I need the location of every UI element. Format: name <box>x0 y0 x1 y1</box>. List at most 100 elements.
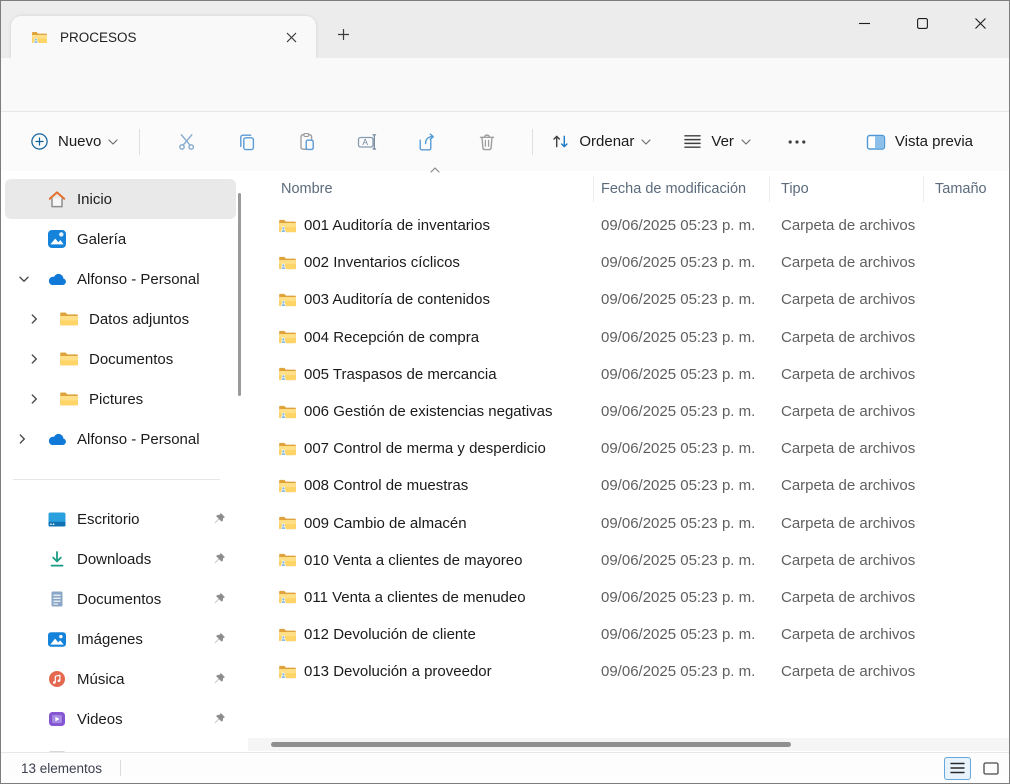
table-row[interactable]: 012 Devolución de cliente 09/06/2025 05:… <box>248 616 1009 653</box>
folder-date: 09/06/2025 05:23 p. m. <box>601 663 781 680</box>
chevron-right-icon[interactable] <box>31 394 58 404</box>
rename-button[interactable]: A <box>337 122 397 162</box>
folder-type: Carpeta de archivos <box>781 217 935 234</box>
sidebar-item-desktop[interactable]: Escritorio <box>5 499 236 539</box>
table-row[interactable]: 001 Auditoría de inventarios 09/06/2025 … <box>248 207 1009 244</box>
chevron-right-icon[interactable] <box>19 434 46 444</box>
folder-date: 09/06/2025 05:23 p. m. <box>601 515 781 532</box>
delete-button[interactable] <box>457 122 517 162</box>
folder-type: Carpeta de archivos <box>781 589 935 606</box>
shared-folder-icon <box>278 329 297 345</box>
sidebar-item-label: Escritorio <box>77 511 140 528</box>
shared-folder-icon <box>278 218 297 234</box>
sidebar-item-downloads[interactable]: Downloads <box>5 539 236 579</box>
column-separator[interactable] <box>923 176 924 202</box>
column-separator[interactable] <box>769 176 770 202</box>
folder-type: Carpeta de archivos <box>781 366 935 383</box>
more-options-button[interactable] <box>774 122 820 162</box>
folder-date: 09/06/2025 05:23 p. m. <box>601 366 781 383</box>
window-controls <box>835 1 1009 45</box>
paste-button[interactable] <box>277 122 337 162</box>
table-row[interactable]: 011 Venta a clientes de menudeo 09/06/20… <box>248 579 1009 616</box>
sidebar-item-label: Alfonso - Personal <box>77 271 200 288</box>
share-button[interactable] <box>397 122 457 162</box>
minimize-button[interactable] <box>835 1 893 45</box>
column-headers: Nombre Fecha de modificación Tipo Tamaño <box>248 171 1009 207</box>
horizontal-scrollbar[interactable] <box>248 738 1009 751</box>
sidebar-item-onedrive-personal-2[interactable]: Alfonso - Personal <box>5 419 236 459</box>
column-separator[interactable] <box>593 176 594 202</box>
table-row[interactable]: 005 Traspasos de mercancia 09/06/2025 05… <box>248 356 1009 393</box>
sidebar-item-clipped[interactable] <box>5 739 236 753</box>
sidebar-item-pictures[interactable]: Pictures <box>5 379 236 419</box>
table-row[interactable]: 007 Control de merma y desperdicio 09/06… <box>248 430 1009 467</box>
horizontal-scrollbar-thumb[interactable] <box>271 742 791 747</box>
pin-icon <box>213 712 226 725</box>
table-row[interactable]: 004 Recepción de compra 09/06/2025 05:23… <box>248 319 1009 356</box>
sidebar-item-home[interactable]: Inicio <box>5 179 236 219</box>
sort-button[interactable]: Ordenar <box>542 125 660 158</box>
chevron-down-icon[interactable] <box>19 276 46 283</box>
cut-button[interactable] <box>157 122 217 162</box>
tab-close-icon[interactable] <box>278 24 304 50</box>
table-row[interactable]: 006 Gestión de existencias negativas 09/… <box>248 393 1009 430</box>
trash-icon <box>477 132 497 152</box>
folder-name: 002 Inventarios cíclicos <box>304 254 460 271</box>
status-divider <box>120 760 121 776</box>
table-row[interactable]: 010 Venta a clientes de mayoreo 09/06/20… <box>248 542 1009 579</box>
table-row[interactable]: 002 Inventarios cíclicos 09/06/2025 05:2… <box>248 244 1009 281</box>
toolbar-divider <box>139 129 140 155</box>
navigation-pane: Inicio Galería Alfonso - Personal <box>1 171 248 753</box>
folder-name: 006 Gestión de existencias negativas <box>304 403 553 420</box>
download-icon <box>46 550 68 568</box>
folder-date: 09/06/2025 05:23 p. m. <box>601 440 781 457</box>
new-button[interactable]: Nuevo <box>21 125 127 158</box>
sidebar-item-documentos-pinned[interactable]: Documentos <box>5 579 236 619</box>
copy-button[interactable] <box>217 122 277 162</box>
view-button[interactable]: Ver <box>674 126 760 157</box>
folder-date: 09/06/2025 05:23 p. m. <box>601 626 781 643</box>
table-row[interactable]: 009 Cambio de almacén 09/06/2025 05:23 p… <box>248 505 1009 542</box>
chevron-right-icon[interactable] <box>31 354 58 364</box>
maximize-button[interactable] <box>893 1 951 45</box>
column-header-name[interactable]: Nombre <box>248 181 601 197</box>
folder-type: Carpeta de archivos <box>781 329 935 346</box>
close-button[interactable] <box>951 1 1009 45</box>
sidebar-item-documentos-onedrive[interactable]: Documentos <box>5 339 236 379</box>
document-icon <box>46 590 68 608</box>
folder-type: Carpeta de archivos <box>781 515 935 532</box>
svg-text:A: A <box>363 137 369 147</box>
column-header-date[interactable]: Fecha de modificación <box>601 181 781 197</box>
folder-date: 09/06/2025 05:23 p. m. <box>601 477 781 494</box>
large-icons-view-button[interactable] <box>977 757 1004 780</box>
table-row[interactable]: 008 Control de muestras 09/06/2025 05:23… <box>248 467 1009 504</box>
preview-button[interactable]: Vista previa <box>857 126 989 158</box>
table-row[interactable]: 003 Auditoría de contenidos 09/06/2025 0… <box>248 281 1009 318</box>
view-list-icon <box>683 133 702 150</box>
sidebar-item-gallery[interactable]: Galería <box>5 219 236 259</box>
sidebar-item-label: Imágenes <box>77 631 143 648</box>
music-icon <box>46 670 68 688</box>
sidebar-item-imagenes[interactable]: Imágenes <box>5 619 236 659</box>
sidebar-item-musica[interactable]: Música <box>5 659 236 699</box>
sidebar-item-label: Pictures <box>89 391 143 408</box>
chevron-right-icon[interactable] <box>31 314 58 324</box>
folder-icon <box>58 351 80 367</box>
sidebar-item-datos-adjuntos[interactable]: Datos adjuntos <box>5 299 236 339</box>
sidebar-item-videos[interactable]: Videos <box>5 699 236 739</box>
sidebar-item-label: Galería <box>77 231 126 248</box>
column-header-type[interactable]: Tipo <box>781 181 935 197</box>
table-row[interactable]: 013 Devolución a proveedor 09/06/2025 05… <box>248 653 1009 690</box>
sidebar-item-onedrive-personal[interactable]: Alfonso - Personal <box>5 259 236 299</box>
tab-title: PROCESOS <box>60 30 278 45</box>
folder-name: 003 Auditoría de contenidos <box>304 291 490 308</box>
onedrive-icon <box>46 432 68 446</box>
chevron-down-icon <box>741 139 751 145</box>
explorer-tab[interactable]: PROCESOS <box>11 16 316 58</box>
details-view-button[interactable] <box>944 757 971 780</box>
folder-name: 009 Cambio de almacén <box>304 515 467 532</box>
new-tab-button[interactable] <box>329 21 357 47</box>
sidebar-scrollbar[interactable] <box>238 193 241 396</box>
column-header-size[interactable]: Tamaño <box>935 181 1009 197</box>
shared-folder-icon <box>278 366 297 382</box>
